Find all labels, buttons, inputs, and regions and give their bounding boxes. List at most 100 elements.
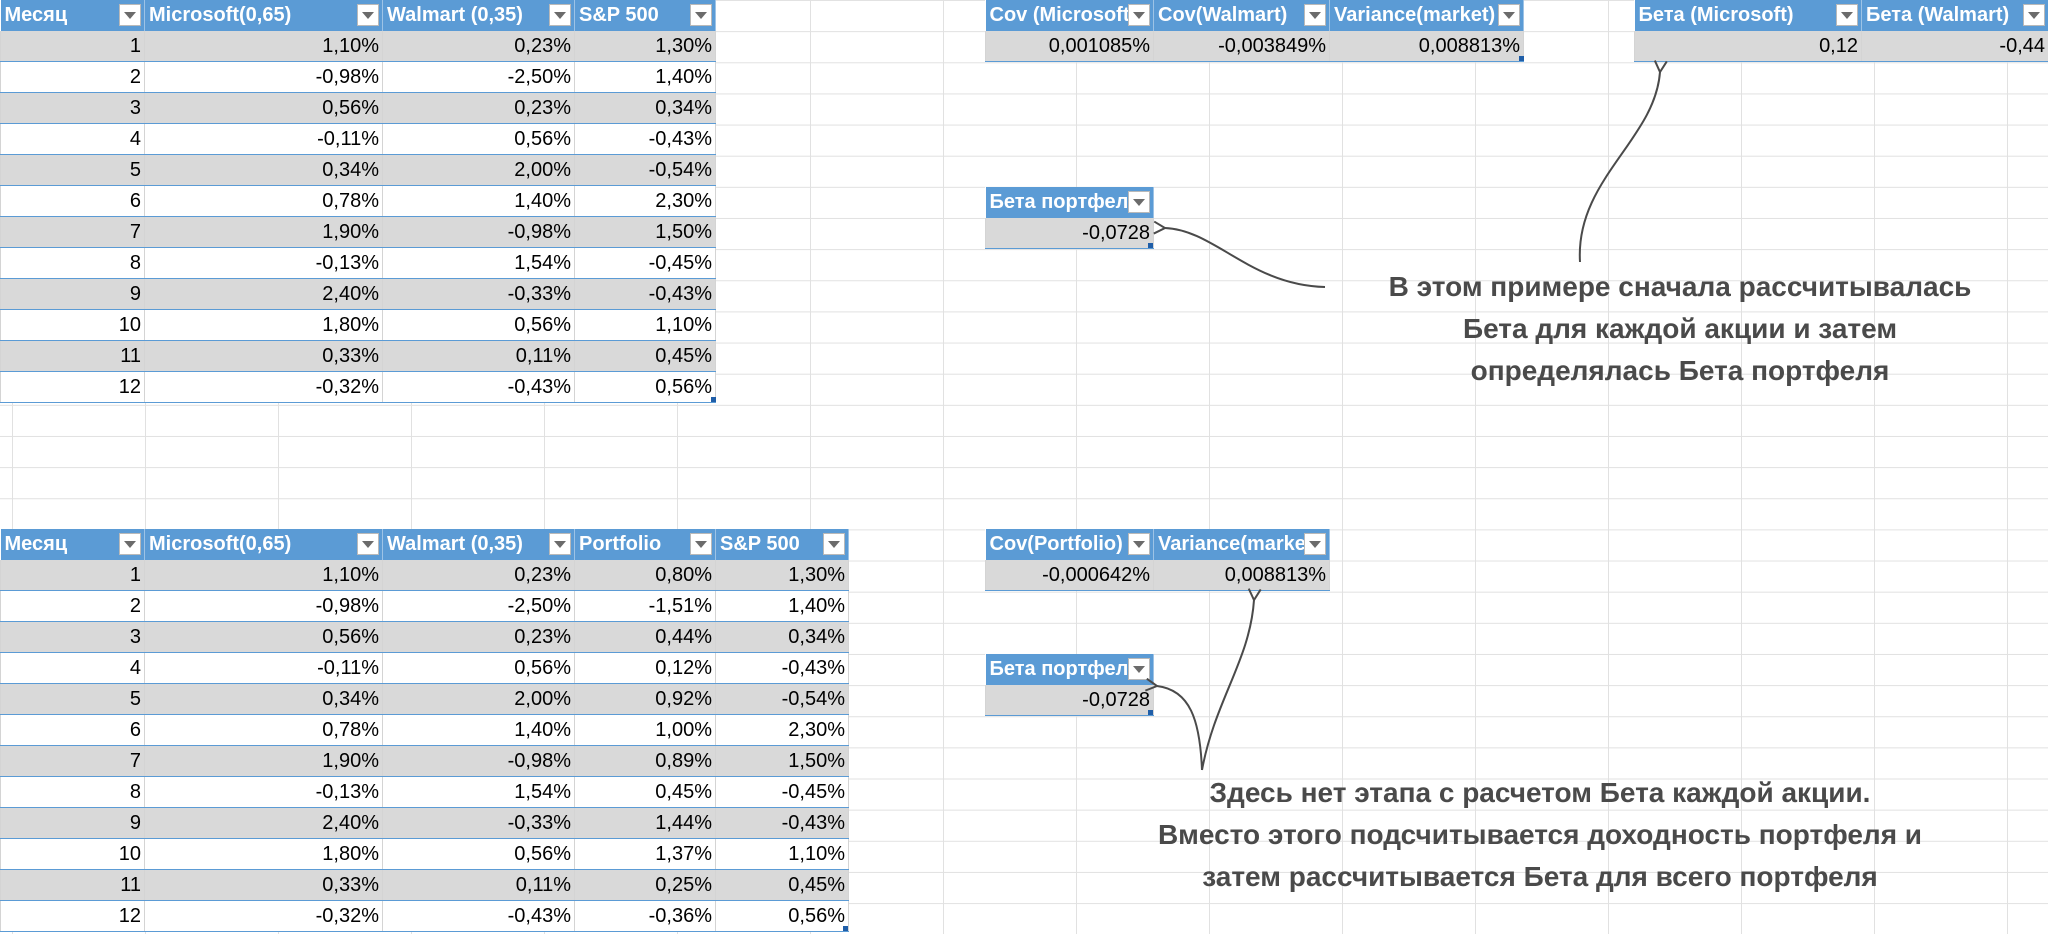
- filter-dropdown-icon[interactable]: [549, 533, 571, 555]
- table-cell[interactable]: 10: [0, 838, 145, 870]
- table-cell[interactable]: -0,000642%: [985, 560, 1154, 591]
- column-header[interactable]: Бета портфеля: [985, 187, 1154, 218]
- table-cell[interactable]: 0,56%: [144, 92, 383, 124]
- filter-dropdown-icon[interactable]: [357, 533, 379, 555]
- table-cell[interactable]: 12: [0, 371, 145, 403]
- table-cell[interactable]: -0,32%: [144, 371, 383, 403]
- table-cell[interactable]: -2,50%: [382, 590, 575, 622]
- table-cell[interactable]: 0,56%: [144, 621, 383, 653]
- table-cell[interactable]: -0,13%: [144, 247, 383, 279]
- filter-dropdown-icon[interactable]: [1128, 4, 1150, 26]
- table-cell[interactable]: 2,40%: [144, 278, 383, 310]
- filter-dropdown-icon[interactable]: [119, 533, 141, 555]
- table-cell[interactable]: 5: [0, 154, 145, 186]
- table-cell[interactable]: 1,50%: [574, 216, 716, 248]
- table-cell[interactable]: 6: [0, 185, 145, 217]
- table-cell[interactable]: 0,80%: [574, 560, 716, 591]
- table-cell[interactable]: 0,44%: [574, 621, 716, 653]
- table-cell[interactable]: 0,78%: [144, 185, 383, 217]
- column-header[interactable]: Walmart (0,35): [382, 0, 575, 31]
- table-cell[interactable]: 0,25%: [574, 869, 716, 901]
- table-cell[interactable]: -0,11%: [144, 652, 383, 684]
- table-cell[interactable]: 0,45%: [574, 776, 716, 808]
- table-cell[interactable]: 8: [0, 247, 145, 279]
- table-cell[interactable]: 1,10%: [144, 31, 383, 62]
- table-cell[interactable]: -0,11%: [144, 123, 383, 155]
- table-cell[interactable]: -0,33%: [382, 278, 575, 310]
- table-cell[interactable]: 1,54%: [382, 776, 575, 808]
- table-cell[interactable]: 1,40%: [574, 61, 716, 93]
- table-cell[interactable]: 0,001085%: [985, 31, 1154, 62]
- table-resize-handle[interactable]: [1148, 243, 1153, 248]
- table-cell[interactable]: 3: [0, 92, 145, 124]
- table-cell[interactable]: 11: [0, 869, 145, 901]
- table-cell[interactable]: 0,008813%: [1329, 31, 1524, 62]
- table-cell[interactable]: -0,43%: [715, 652, 849, 684]
- table-cell[interactable]: -0,43%: [382, 371, 575, 403]
- column-header[interactable]: Portfolio: [574, 529, 716, 560]
- table-resize-handle[interactable]: [1148, 710, 1153, 715]
- filter-dropdown-icon[interactable]: [119, 4, 141, 26]
- filter-dropdown-icon[interactable]: [823, 533, 845, 555]
- table-cell[interactable]: 0,23%: [382, 621, 575, 653]
- table-cell[interactable]: 1,44%: [574, 807, 716, 839]
- filter-dropdown-icon[interactable]: [1304, 533, 1326, 555]
- table-cell[interactable]: 3: [0, 621, 145, 653]
- table-cell[interactable]: 2: [0, 590, 145, 622]
- table-cell[interactable]: -0,43%: [715, 807, 849, 839]
- table-resize-handle[interactable]: [711, 397, 716, 402]
- table-cell[interactable]: -0,0728: [985, 218, 1154, 249]
- column-header[interactable]: Microsoft(0,65): [144, 0, 383, 31]
- table-cell[interactable]: 1,40%: [382, 185, 575, 217]
- column-header[interactable]: Бета (Microsoft): [1634, 0, 1862, 31]
- table-cell[interactable]: 0,45%: [574, 340, 716, 372]
- table-cell[interactable]: 0,11%: [382, 869, 575, 901]
- table-cell[interactable]: 7: [0, 745, 145, 777]
- table-cell[interactable]: 2,30%: [715, 714, 849, 746]
- filter-dropdown-icon[interactable]: [690, 4, 712, 26]
- column-header[interactable]: Месяц: [0, 529, 145, 560]
- table-cell[interactable]: 2,30%: [574, 185, 716, 217]
- filter-dropdown-icon[interactable]: [2023, 4, 2045, 26]
- table-cell[interactable]: 2,00%: [382, 154, 575, 186]
- table-cell[interactable]: 0,23%: [382, 31, 575, 62]
- column-header[interactable]: Variance(market): [1329, 0, 1524, 31]
- column-header[interactable]: S&P 500: [574, 0, 716, 31]
- table-cell[interactable]: 0,56%: [382, 652, 575, 684]
- table-cell[interactable]: 1,80%: [144, 309, 383, 341]
- filter-dropdown-icon[interactable]: [1128, 533, 1150, 555]
- table-cell[interactable]: -0,13%: [144, 776, 383, 808]
- table-cell[interactable]: -0,36%: [574, 900, 716, 932]
- table-cell[interactable]: -0,45%: [574, 247, 716, 279]
- filter-dropdown-icon[interactable]: [1128, 191, 1150, 213]
- filter-dropdown-icon[interactable]: [1128, 658, 1150, 680]
- column-header[interactable]: Cov (Microsoft): [985, 0, 1154, 31]
- column-header[interactable]: Бета портфеля: [985, 654, 1154, 685]
- table-cell[interactable]: 1,30%: [574, 31, 716, 62]
- table-cell[interactable]: -0,54%: [715, 683, 849, 715]
- table-cell[interactable]: 1,90%: [144, 745, 383, 777]
- table-cell[interactable]: 0,56%: [382, 838, 575, 870]
- table-cell[interactable]: 7: [0, 216, 145, 248]
- table-cell[interactable]: 1,10%: [715, 838, 849, 870]
- table-resize-handle[interactable]: [1519, 56, 1524, 61]
- filter-dropdown-icon[interactable]: [1836, 4, 1858, 26]
- filter-dropdown-icon[interactable]: [549, 4, 571, 26]
- table-cell[interactable]: 9: [0, 807, 145, 839]
- column-header[interactable]: Walmart (0,35): [382, 529, 575, 560]
- table-cell[interactable]: -0,98%: [382, 216, 575, 248]
- table-cell[interactable]: 8: [0, 776, 145, 808]
- table-resize-handle[interactable]: [843, 926, 848, 931]
- table-cell[interactable]: 1,90%: [144, 216, 383, 248]
- table-cell[interactable]: 0,33%: [144, 869, 383, 901]
- table-cell[interactable]: 2: [0, 61, 145, 93]
- table-cell[interactable]: 1,00%: [574, 714, 716, 746]
- table-cell[interactable]: -0,44: [1861, 31, 2048, 62]
- table-cell[interactable]: -0,43%: [382, 900, 575, 932]
- column-header[interactable]: S&P 500: [715, 529, 849, 560]
- table-cell[interactable]: 1,10%: [574, 309, 716, 341]
- column-header[interactable]: Microsoft(0,65): [144, 529, 383, 560]
- table-cell[interactable]: 0,92%: [574, 683, 716, 715]
- table-cell[interactable]: 11: [0, 340, 145, 372]
- table-cell[interactable]: -0,32%: [144, 900, 383, 932]
